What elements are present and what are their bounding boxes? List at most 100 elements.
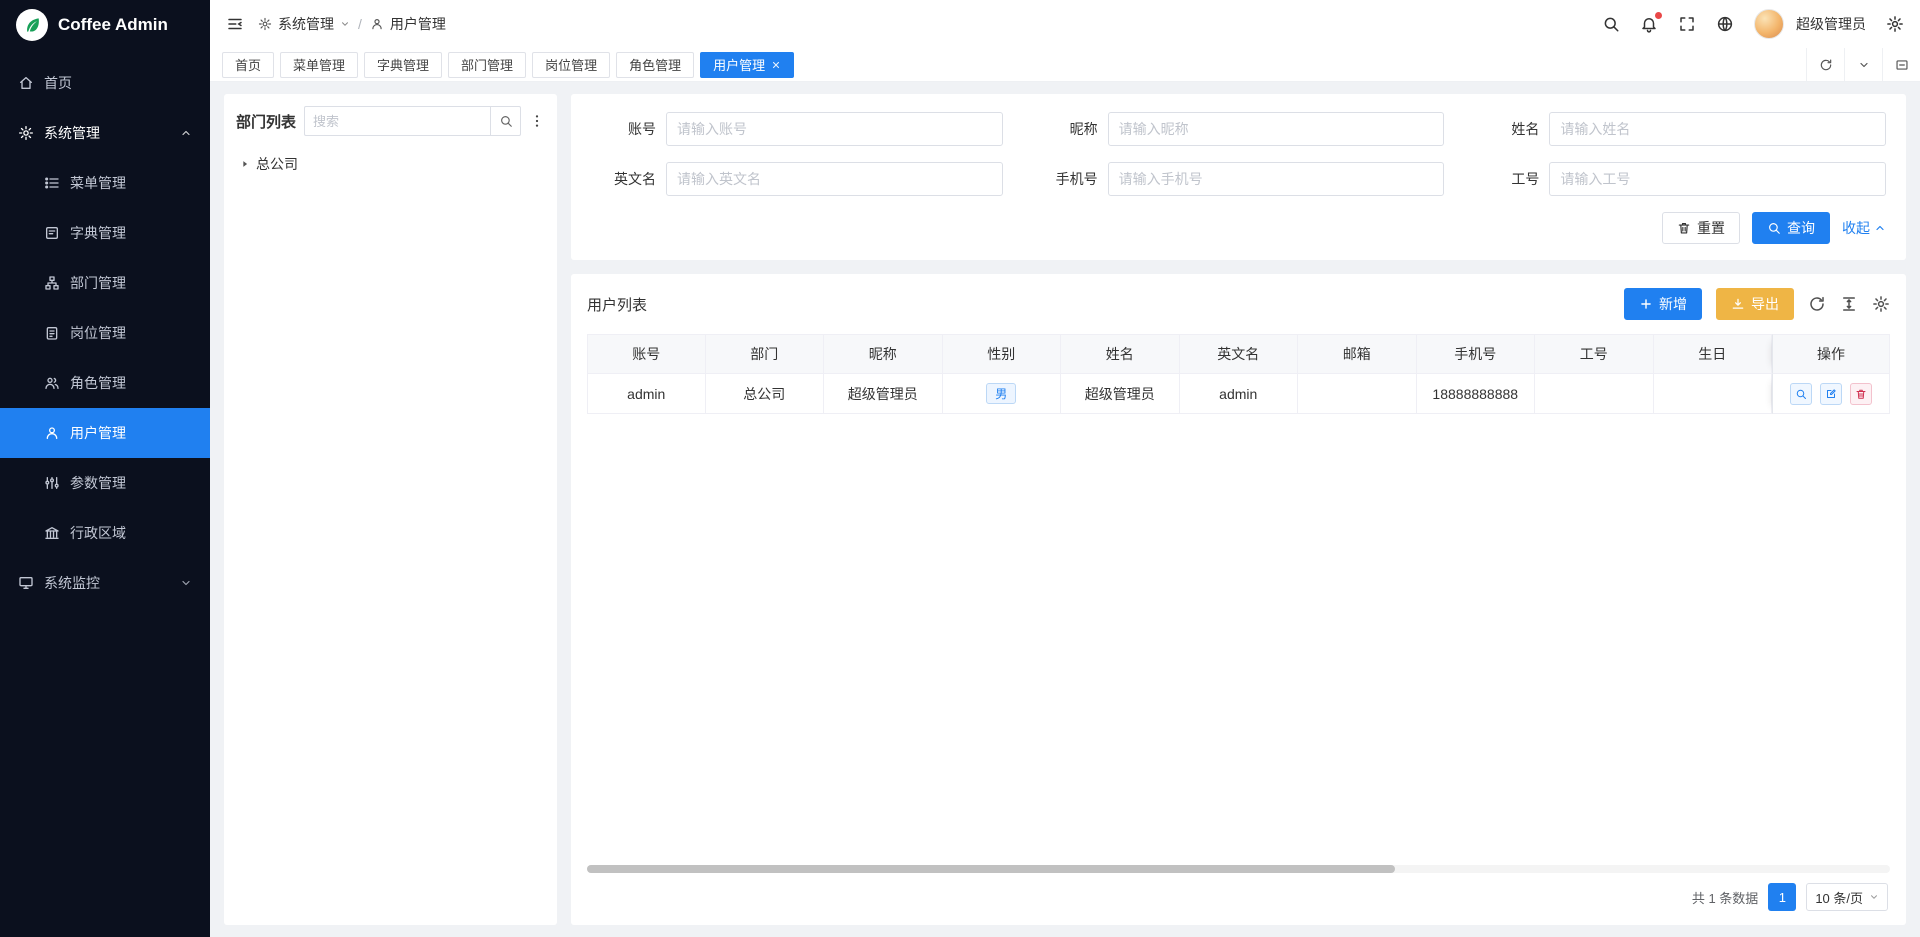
sidebar-item-label: 用户管理 [70,423,126,443]
sidebar-item-admin-region[interactable]: 行政区域 [0,508,210,558]
sidebar-item-label: 系统管理 [44,123,100,143]
tab-user-management[interactable]: 用户管理 [700,52,794,78]
tab-label: 字典管理 [377,55,429,74]
department-search-input[interactable] [305,114,490,129]
badge-icon [44,325,60,341]
settings-gear-icon[interactable] [1886,15,1904,33]
sidebar-item-label: 部门管理 [70,273,126,293]
tab-label: 首页 [235,55,261,74]
query-button[interactable]: 查询 [1752,212,1830,244]
sidebar-item-dept-management[interactable]: 部门管理 [0,258,210,308]
page-size-value: 10 条/页 [1815,888,1863,907]
tab-bar: 首页 菜单管理 字典管理 部门管理 岗位管理 角色管理 用户管理 [210,48,1920,82]
tree-item-label: 总公司 [256,154,298,174]
search-form-grid: 账号 昵称 姓名 英文名 [591,112,1886,196]
field-label: 账号 [591,119,666,139]
fullscreen-icon[interactable] [1678,15,1696,33]
tabs-dropdown-icon[interactable] [1844,48,1882,81]
sidebar-item-label: 角色管理 [70,373,126,393]
tab-home[interactable]: 首页 [222,52,274,78]
table-toolbar-right: 新增 导出 [1624,288,1890,320]
delete-button[interactable] [1850,383,1872,405]
logo-text: Coffee Admin [58,15,168,35]
sidebar-item-label: 首页 [44,73,72,93]
sidebar-item-home[interactable]: 首页 [0,58,210,108]
english-name-input[interactable] [666,162,1003,196]
view-detail-button[interactable] [1790,383,1812,405]
sidebar-item-system-management[interactable]: 系统管理 [0,108,210,158]
content-fullscreen-icon[interactable] [1882,48,1920,81]
sidebar-item-system-monitor[interactable]: 系统监控 [0,558,210,608]
notification-bell-icon[interactable] [1640,15,1658,33]
user-table-card: 用户列表 新增 导出 [571,274,1906,925]
username[interactable]: 超级管理员 [1796,14,1866,34]
cell-birthday [1654,374,1773,414]
field-nickname: 昵称 [1033,112,1445,146]
name-input[interactable] [1549,112,1886,146]
search-form-card: 账号 昵称 姓名 英文名 [571,94,1906,260]
page-1-button[interactable]: 1 [1768,883,1796,911]
field-label: 昵称 [1033,119,1108,139]
page-size-select[interactable]: 10 条/页 [1806,883,1888,911]
sidebar-item-role-management[interactable]: 角色管理 [0,358,210,408]
account-input[interactable] [666,112,1003,146]
avatar[interactable] [1754,9,1784,39]
nickname-input[interactable] [1108,112,1445,146]
translate-icon[interactable] [1716,15,1734,33]
column-header: 性别 [943,334,1062,374]
app-root: Coffee Admin 首页 系统管理 菜单管理 字典管理 [0,0,1920,937]
monitor-icon [18,575,34,591]
column-settings-gear-icon[interactable] [1872,295,1890,313]
caret-right-icon[interactable] [240,159,250,169]
system-management-submenu: 菜单管理 字典管理 部门管理 岗位管理 角色管理 [0,158,210,558]
collapse-search-link[interactable]: 收起 [1842,218,1886,238]
sidebar-item-menu-management[interactable]: 菜单管理 [0,158,210,208]
row-density-icon[interactable] [1840,295,1858,313]
sidebar-item-param-management[interactable]: 参数管理 [0,458,210,508]
phone-input[interactable] [1108,162,1445,196]
field-phone: 手机号 [1033,162,1445,196]
edit-button[interactable] [1820,383,1842,405]
logo[interactable]: Coffee Admin [0,0,210,50]
tab-menu-management[interactable]: 菜单管理 [280,52,358,78]
person-icon [370,17,384,31]
breadcrumb-separator: / [358,16,362,32]
tree-item-head-office[interactable]: 总公司 [236,150,545,178]
job-number-input[interactable] [1549,162,1886,196]
tab-dict-management[interactable]: 字典管理 [364,52,442,78]
sidebar-item-user-management[interactable]: 用户管理 [0,408,210,458]
add-user-button[interactable]: 新增 [1624,288,1702,320]
sidebar-item-dict-management[interactable]: 字典管理 [0,208,210,258]
close-icon[interactable] [771,60,781,70]
breadcrumb: 系统管理 / 用户管理 [258,14,446,34]
row-actions [1773,383,1889,405]
tab-post-management[interactable]: 岗位管理 [532,52,610,78]
tab-dept-management[interactable]: 部门管理 [448,52,526,78]
horizontal-scrollbar-thumb[interactable] [587,865,1395,873]
table-empty-area [587,414,1890,861]
refresh-icon[interactable] [1806,48,1844,81]
department-search-box [304,106,521,136]
main-column: 系统管理 / 用户管理 超级管理员 首页 菜单管 [210,0,1920,937]
department-search-button[interactable] [490,107,520,135]
user-table: 账号 部门 昵称 性别 姓名 英文名 邮箱 手机号 工号 生日 [587,334,1890,414]
sidebar-item-post-management[interactable]: 岗位管理 [0,308,210,358]
topbar-right: 超级管理员 [1602,9,1904,39]
breadcrumb-system-management[interactable]: 系统管理 [278,14,334,34]
plus-icon [1639,297,1653,311]
search-icon [1767,221,1781,235]
reset-button[interactable]: 重置 [1662,212,1740,244]
reset-label: 重置 [1697,218,1725,238]
export-button[interactable]: 导出 [1716,288,1794,320]
refresh-table-icon[interactable] [1808,295,1826,313]
breadcrumb-user-management[interactable]: 用户管理 [390,14,446,34]
collapse-sidebar-icon[interactable] [226,15,244,33]
cell-name: 超级管理员 [1061,374,1180,414]
chevron-up-icon [1874,222,1886,234]
more-options-icon[interactable] [529,113,545,129]
search-icon[interactable] [1602,15,1620,33]
column-header: 邮箱 [1298,334,1417,374]
tab-role-management[interactable]: 角色管理 [616,52,694,78]
gender-tag: 男 [986,383,1016,404]
topbar: 系统管理 / 用户管理 超级管理员 [210,0,1920,48]
